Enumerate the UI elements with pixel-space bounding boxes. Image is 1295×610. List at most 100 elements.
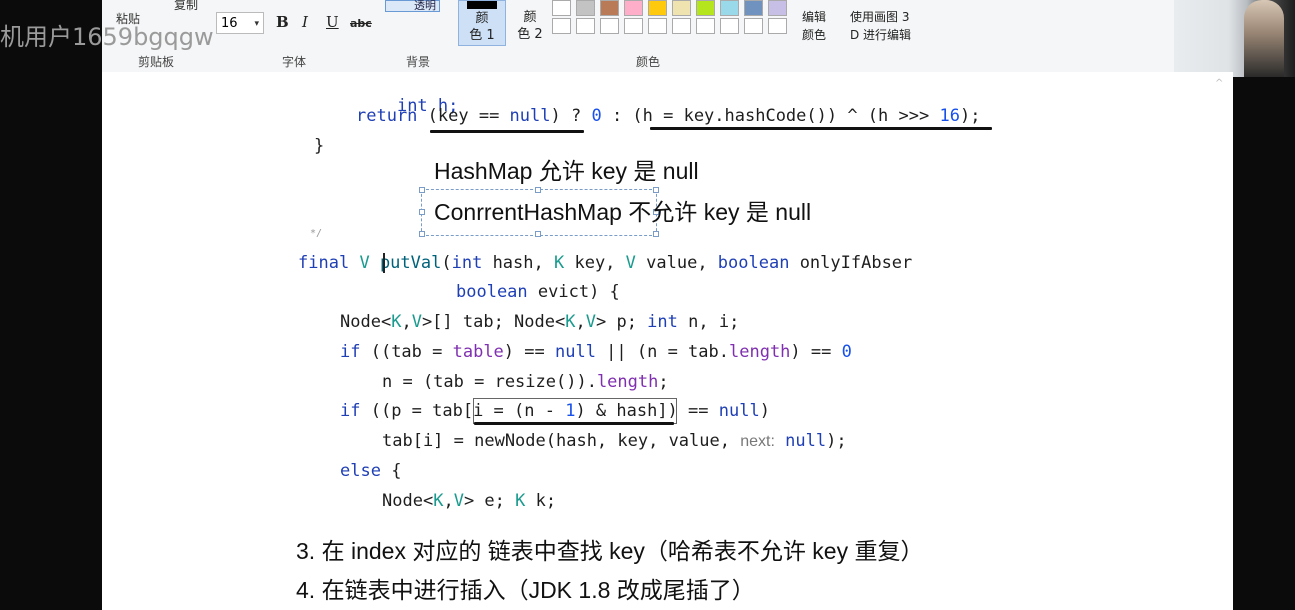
resize-handle[interactable] [653, 231, 659, 237]
code-token: value, [635, 253, 718, 273]
code-line-newnode: tab[i] = newNode(hash, key, value, next:… [382, 431, 847, 452]
code-field: length [596, 372, 659, 392]
code-type: V [359, 253, 370, 273]
palette-color-swatch[interactable] [672, 0, 691, 16]
chevron-down-icon[interactable]: ▾ [254, 13, 259, 35]
italic-button[interactable]: I [302, 13, 308, 31]
scroll-up-icon[interactable]: ^ [1215, 78, 1223, 89]
font-size-select[interactable]: 16 ▾ [216, 12, 264, 34]
code-null: null [554, 342, 596, 362]
code-type: K [515, 491, 526, 511]
code-line-if-table: if ((tab = table) == null || (n = tab.le… [340, 342, 852, 362]
code-token: Node< [340, 312, 392, 332]
step-3-text: 3. 在 index 对应的 链表中查找 key（哈希表不允许 key 重复） [296, 538, 924, 564]
code-token: ( [441, 253, 452, 273]
code-type: K [433, 491, 444, 511]
palette-empty-swatch[interactable] [552, 18, 571, 34]
drawing-canvas[interactable]: ^ int h; return (key == null) ? 0 : (h =… [102, 72, 1233, 610]
palette-empty-swatch[interactable] [600, 18, 619, 34]
edit-colors-line1: 编辑 [802, 10, 827, 24]
palette-color-swatch[interactable] [576, 0, 595, 16]
palette-color-swatch[interactable] [624, 0, 643, 16]
code-keyword: int [451, 253, 483, 273]
palette-empty-swatch[interactable] [672, 18, 691, 34]
code-token: > e; [463, 491, 516, 511]
code-token: > p; [595, 312, 648, 332]
edit-colors-button[interactable]: 编辑 颜色 [802, 8, 826, 44]
resize-handle[interactable] [419, 187, 425, 193]
font-group-label: 字体 [282, 55, 307, 69]
resize-handle[interactable] [419, 231, 425, 237]
code-keyword: boolean [717, 253, 790, 273]
bold-button[interactable]: B [276, 13, 289, 31]
code-line-node-e: Node<K,V> e; K k; [382, 491, 556, 511]
palette-empty-swatch[interactable] [720, 18, 739, 34]
code-number: 0 [591, 106, 602, 126]
step-4-text: 4. 在链表中进行插入（JDK 1.8 改成尾插了） [296, 577, 755, 603]
code-line-return: return (key == null) ? 0 : (h = key.hash… [356, 106, 980, 126]
code-token: ) == [503, 342, 555, 362]
code-token: n = (tab = resize()). [382, 372, 597, 392]
watermark-text: 机用户1659bgqgw [0, 23, 214, 51]
code-token: >[] tab; Node< [421, 312, 566, 332]
palette-color-swatch[interactable] [648, 0, 667, 16]
transparent-button[interactable]: 透明 [385, 0, 440, 12]
palette-empty-swatch[interactable] [696, 18, 715, 34]
code-keyword: final [298, 253, 350, 273]
palette-color-swatch[interactable] [552, 0, 571, 16]
code-keyword: if [340, 401, 361, 421]
edit-colors-line2: 颜色 [802, 28, 827, 42]
note-hashmap: HashMap 允许 key 是 null [434, 158, 699, 184]
left-dark-area [0, 0, 102, 610]
code-type: V [585, 312, 596, 332]
palette-empty-swatch[interactable] [648, 18, 667, 34]
palette-empty-swatch[interactable] [768, 18, 787, 34]
code-line-signature: final V putVal(int hash, K key, V value,… [298, 253, 912, 273]
code-token: n, i; [677, 312, 740, 332]
code-null: null [718, 401, 760, 421]
code-keyword: if [340, 342, 361, 362]
code-token: tab[i] = newNode(hash, key, value, [382, 431, 741, 451]
palette-color-swatch[interactable] [720, 0, 739, 16]
code-line-locals: Node<K,V>[] tab; Node<K,V> p; int n, i; [340, 312, 739, 332]
annotation-underline [650, 127, 992, 130]
color1-button[interactable]: 颜 色 1 [458, 0, 506, 46]
palette-empty-swatch[interactable] [576, 18, 595, 34]
code-number: 0 [841, 342, 852, 362]
note-concurrenthashmap: ConrrentHashMap 不允许 key 是 null [434, 199, 812, 225]
palette-color-swatch[interactable] [768, 0, 787, 16]
code-field: length [729, 342, 791, 362]
code-token: ); [826, 431, 847, 451]
code-type: K [565, 312, 576, 332]
copy-button[interactable]: 复制 [174, 0, 198, 13]
code-null: null [785, 431, 827, 451]
code-type: V [411, 312, 422, 332]
resize-handle[interactable] [535, 231, 541, 237]
code-token: ) == [790, 342, 842, 362]
code-keyword: boolean [456, 282, 528, 302]
palette-empty-swatch[interactable] [624, 18, 643, 34]
annotation-underline [474, 422, 674, 425]
resize-handle[interactable] [419, 209, 425, 215]
palette-empty-swatch[interactable] [744, 18, 763, 34]
code-token: hash, [482, 253, 554, 273]
palette-color-swatch[interactable] [744, 0, 763, 16]
code-token: , [575, 312, 586, 332]
code-number: 16 [939, 106, 960, 126]
code-token: ) [759, 401, 770, 421]
color2-label-line2[interactable]: 色 2 [512, 26, 548, 43]
underline-button[interactable]: U [326, 13, 339, 31]
colors-group-label: 颜色 [636, 55, 661, 69]
strikethrough-button[interactable]: abc [350, 17, 372, 30]
code-field: table [452, 342, 504, 362]
palette-color-swatch[interactable] [600, 0, 619, 16]
code-type: V [625, 253, 636, 273]
palette-color-swatch[interactable] [696, 0, 715, 16]
paint3d-line1: 使用画图 3 [850, 10, 910, 24]
font-size-value: 16 [221, 16, 238, 31]
code-type: K [553, 253, 565, 273]
color2-label-line1[interactable]: 颜 [512, 9, 548, 26]
paint3d-button[interactable]: 使用画图 3 D 进行编辑 [850, 8, 911, 44]
paint3d-line2: D 进行编辑 [850, 28, 912, 42]
code-token: Node< [382, 491, 434, 511]
